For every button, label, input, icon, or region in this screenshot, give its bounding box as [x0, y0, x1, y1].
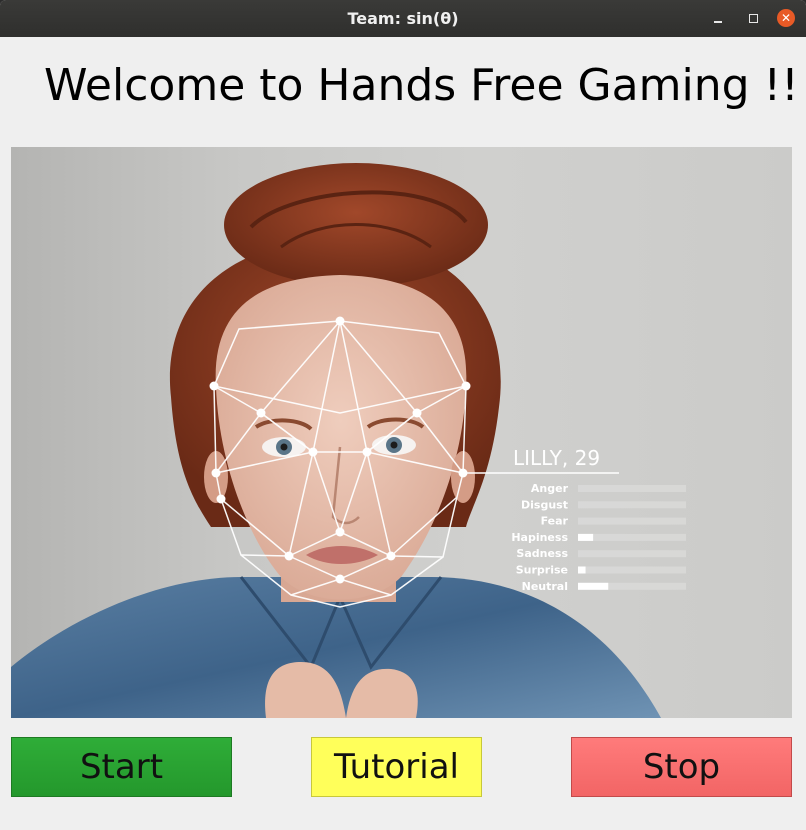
emotion-bar-track [578, 550, 686, 558]
emotion-panel: LILLY, 29 Anger Disgust Fear Hapiness Sadnes… [465, 446, 686, 593]
emotion-bar-fill [578, 533, 594, 541]
welcome-heading: Welcome to Hands Free Gaming !! [44, 60, 799, 111]
minimize-icon[interactable] [709, 9, 727, 27]
emotion-bar-fill [578, 582, 609, 590]
face-detection-preview: LILLY, 29 Anger Disgust Fear Hapiness Sadnes… [11, 147, 792, 718]
emotion-bar-fill [578, 566, 586, 574]
maximize-icon[interactable] [744, 9, 762, 27]
preview-illustration: LILLY, 29 Anger Disgust Fear Hapiness Sadnes… [11, 163, 686, 718]
emotion-bar-track [578, 501, 686, 509]
tutorial-button[interactable]: Tutorial [311, 737, 482, 797]
emotion-label: Fear [541, 515, 569, 528]
emotion-label: Hapiness [511, 531, 568, 544]
close-icon[interactable]: ✕ [777, 9, 795, 27]
emotion-bar-track [578, 533, 686, 541]
emotion-label: Disgust [521, 498, 568, 511]
window-title: Team: sin(θ) [347, 9, 459, 28]
emotion-bar-track [578, 485, 686, 492]
emotion-bar-track [578, 566, 686, 574]
emotion-label: Surprise [516, 564, 568, 577]
stop-button[interactable]: Stop [571, 737, 792, 797]
start-button[interactable]: Start [11, 737, 232, 797]
emotion-label: Sadness [516, 547, 568, 560]
title-bar[interactable]: Team: sin(θ) ✕ [0, 0, 806, 37]
emotion-label: Anger [531, 482, 569, 495]
emotion-label: Neutral [522, 580, 568, 593]
emotion-bar-track [578, 517, 686, 525]
app-window: Team: sin(θ) ✕ Welcome to Hands Free Gam… [0, 0, 806, 830]
subject-label: LILLY, 29 [513, 446, 600, 470]
